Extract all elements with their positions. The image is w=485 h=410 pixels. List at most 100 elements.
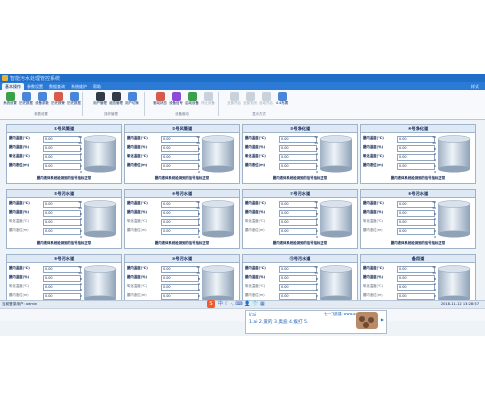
reading-row: 腰内液位(ｍ) 0.00: [363, 227, 435, 235]
tank-scale-tick: 0: [434, 234, 436, 239]
reading-value: 0.00: [43, 293, 81, 300]
tank-status: 腰内液体系统检测到的信号指标正常: [272, 176, 328, 180]
reading-row: 腰内湿度(％) 0.00: [363, 144, 435, 152]
tank-icon: [437, 200, 471, 238]
ribbon-button-device-signal[interactable]: 设备信号: [168, 92, 184, 110]
tank-scale-tick: 10: [196, 205, 200, 210]
tank-status: 腰内液体系统检测到的信号指标正常: [390, 176, 446, 180]
reading-label: 腰内液位(ｍ): [127, 163, 148, 167]
tank-panel: ①号风筒道 腰内温度(℃) 0.00 腰内湿度(％) 0.00 氧化温度(℃) 0.00 腰内…: [6, 124, 122, 184]
reading-label: 氧化温度(℃): [245, 219, 266, 223]
ribbon-button-settings[interactable]: 设备参数: [34, 92, 50, 110]
ime-candidates[interactable]: 1.ai 2.爱的 3.奥迪 4.挨打 5.: [249, 319, 308, 325]
tank-scale-tick: 6: [316, 282, 318, 287]
reading-row: 腰内湿度(％) 0.00: [9, 209, 81, 217]
next-page-icon[interactable]: ▶: [381, 317, 384, 322]
ribbon-button-close-all[interactable]: 全部关闭: [242, 92, 258, 110]
auto-open-icon: [261, 92, 271, 101]
reading-value: 0.00: [161, 293, 199, 300]
tank-status: 腰内液体系统检测到的信号指标正常: [154, 176, 210, 180]
sogou-ime-icon[interactable]: S: [207, 300, 215, 308]
reading-value: 0.00: [43, 284, 81, 291]
tab-system[interactable]: 系统维护: [68, 83, 90, 90]
tank-scale-tick: 8: [80, 211, 82, 216]
ribbon-button-switch-user[interactable]: 用户切换: [124, 92, 140, 110]
ribbon-button-open-all[interactable]: 全部开启: [226, 92, 242, 110]
ribbon-group-label: 参数设置: [34, 112, 48, 116]
ribbon-button-history[interactable]: 历史数据: [18, 92, 34, 110]
punct-icon[interactable]: ·,: [231, 301, 234, 307]
ime-emoji-thumbnail[interactable]: [356, 312, 378, 329]
title-bar: 智能污水处理管控系统: [0, 74, 485, 82]
start-device-icon: [187, 92, 197, 101]
open-all-icon: [229, 92, 239, 101]
tank-panel-title: ①号风筒道: [7, 125, 121, 133]
ribbon-button-label: 设备信号: [169, 101, 183, 105]
ribbon-button-label: 全部关闭: [243, 101, 257, 105]
tab-query[interactable]: 数据查询: [46, 83, 68, 90]
reading-row: 腰内液位(ｍ) 0.00: [9, 292, 81, 300]
tank-panel-title: ⑦号污水道: [243, 190, 357, 198]
chinese-mode-icon[interactable]: 中: [218, 301, 223, 307]
reading-value: 0.00: [397, 136, 435, 143]
reading-row: 腰内温度(℃) 0.00: [127, 265, 199, 273]
tank-scale-tick: 4: [316, 288, 318, 293]
ribbon-button-driver-status[interactable]: 驱动状态: [152, 92, 168, 110]
tank-panel-title: ⑩号污水道: [125, 255, 239, 263]
reading-value: 0.00: [43, 154, 81, 161]
tank-scale-tick: 10: [432, 270, 436, 275]
ribbon-button-layout[interactable]: 4.4布置: [274, 92, 290, 110]
settings-icon: [37, 92, 47, 101]
tank-icon: [83, 135, 117, 173]
tab-help[interactable]: 帮助: [90, 83, 104, 90]
style-menu[interactable]: 样式: [471, 83, 479, 90]
tank-panel: ⑧号污水道 腰内温度(℃) 0.00 腰内湿度(％) 0.00 氧化温度(℃) 0.00 腰内…: [360, 189, 476, 249]
shirt-icon[interactable]: 👕: [252, 301, 258, 307]
reading-value: 0.00: [397, 163, 435, 170]
ribbon-button-stop-device[interactable]: 停止设备: [200, 92, 216, 110]
reading-label: 腰内湿度(％): [245, 275, 266, 279]
ribbon-button-user[interactable]: 组态管理: [108, 92, 124, 110]
users-icon: [95, 92, 105, 101]
keyboard-icon[interactable]: ⌨: [235, 301, 242, 307]
tank-scale-tick: 4: [434, 223, 436, 228]
reading-row: 氧化温度(℃) 0.00: [245, 218, 317, 226]
reading-label: 腰内湿度(％): [127, 275, 148, 279]
reading-label: 腰内液位(ｍ): [245, 293, 265, 297]
ribbon-tabs: 基本操作 参数设置 数据查询 系统维护 帮助 样式: [0, 82, 485, 90]
tank-panel: ③号净化道 腰内温度(℃) 0.00 腰内湿度(％) 0.00 氧化温度(℃) 0.00 腰内…: [242, 124, 358, 184]
ime-toolbar[interactable]: 中 ☾ ·, ⌨ 👤 👕 ▦: [218, 300, 265, 308]
reading-row: 氧化温度(℃) 0.00: [363, 283, 435, 291]
ribbon-button-alarm-history[interactable]: 历史报警: [50, 92, 66, 110]
tank-scale-tick: 4: [316, 223, 318, 228]
reading-label: 腰内湿度(％): [9, 210, 30, 214]
tank-scale-tick: 12: [314, 200, 318, 204]
ribbon-button-auto-open[interactable]: 自动开启: [258, 92, 274, 110]
moon-icon[interactable]: ☾: [225, 301, 229, 307]
ribbon-button-chart[interactable]: 历史数据: [66, 92, 82, 110]
grid-icon[interactable]: ▦: [260, 301, 265, 307]
reading-value: 0.00: [397, 284, 435, 291]
reading-value: 0.00: [279, 136, 317, 143]
tank-panel: ⑦号污水道 腰内温度(℃) 0.00 腰内湿度(％) 0.00 氧化温度(℃) 0.00 腰内…: [242, 189, 358, 249]
reading-label: 氧化温度(℃): [245, 154, 266, 158]
tank-icon: [201, 135, 235, 173]
reading-value: 0.00: [397, 219, 435, 226]
reading-label: 腰内液位(ｍ): [245, 228, 265, 232]
user-icon[interactable]: 👤: [244, 301, 250, 307]
reading-label: 腰内湿度(％): [245, 210, 266, 214]
ribbon-button-start-device[interactable]: 启动设备: [184, 92, 200, 110]
reading-value: 0.00: [161, 145, 199, 152]
ribbon-button-display[interactable]: 系统设置: [2, 92, 18, 110]
reading-value: 0.00: [279, 284, 317, 291]
reading-value: 0.00: [161, 201, 199, 208]
tank-scale-tick: 0: [80, 169, 82, 174]
reading-label: 腰内温度(℃): [245, 266, 266, 270]
reading-row: 腰内液位(ｍ) 0.00: [127, 292, 199, 300]
tab-params[interactable]: 参数设置: [24, 83, 46, 90]
tank-scale-tick: 2: [316, 164, 318, 168]
ribbon-button-users[interactable]: 用户管理: [92, 92, 108, 110]
tank-status: 腰内液体系统检测到的信号指标正常: [36, 176, 92, 180]
tab-basic[interactable]: 基本操作: [2, 83, 24, 90]
tank-scale-tick: 2: [198, 294, 200, 298]
